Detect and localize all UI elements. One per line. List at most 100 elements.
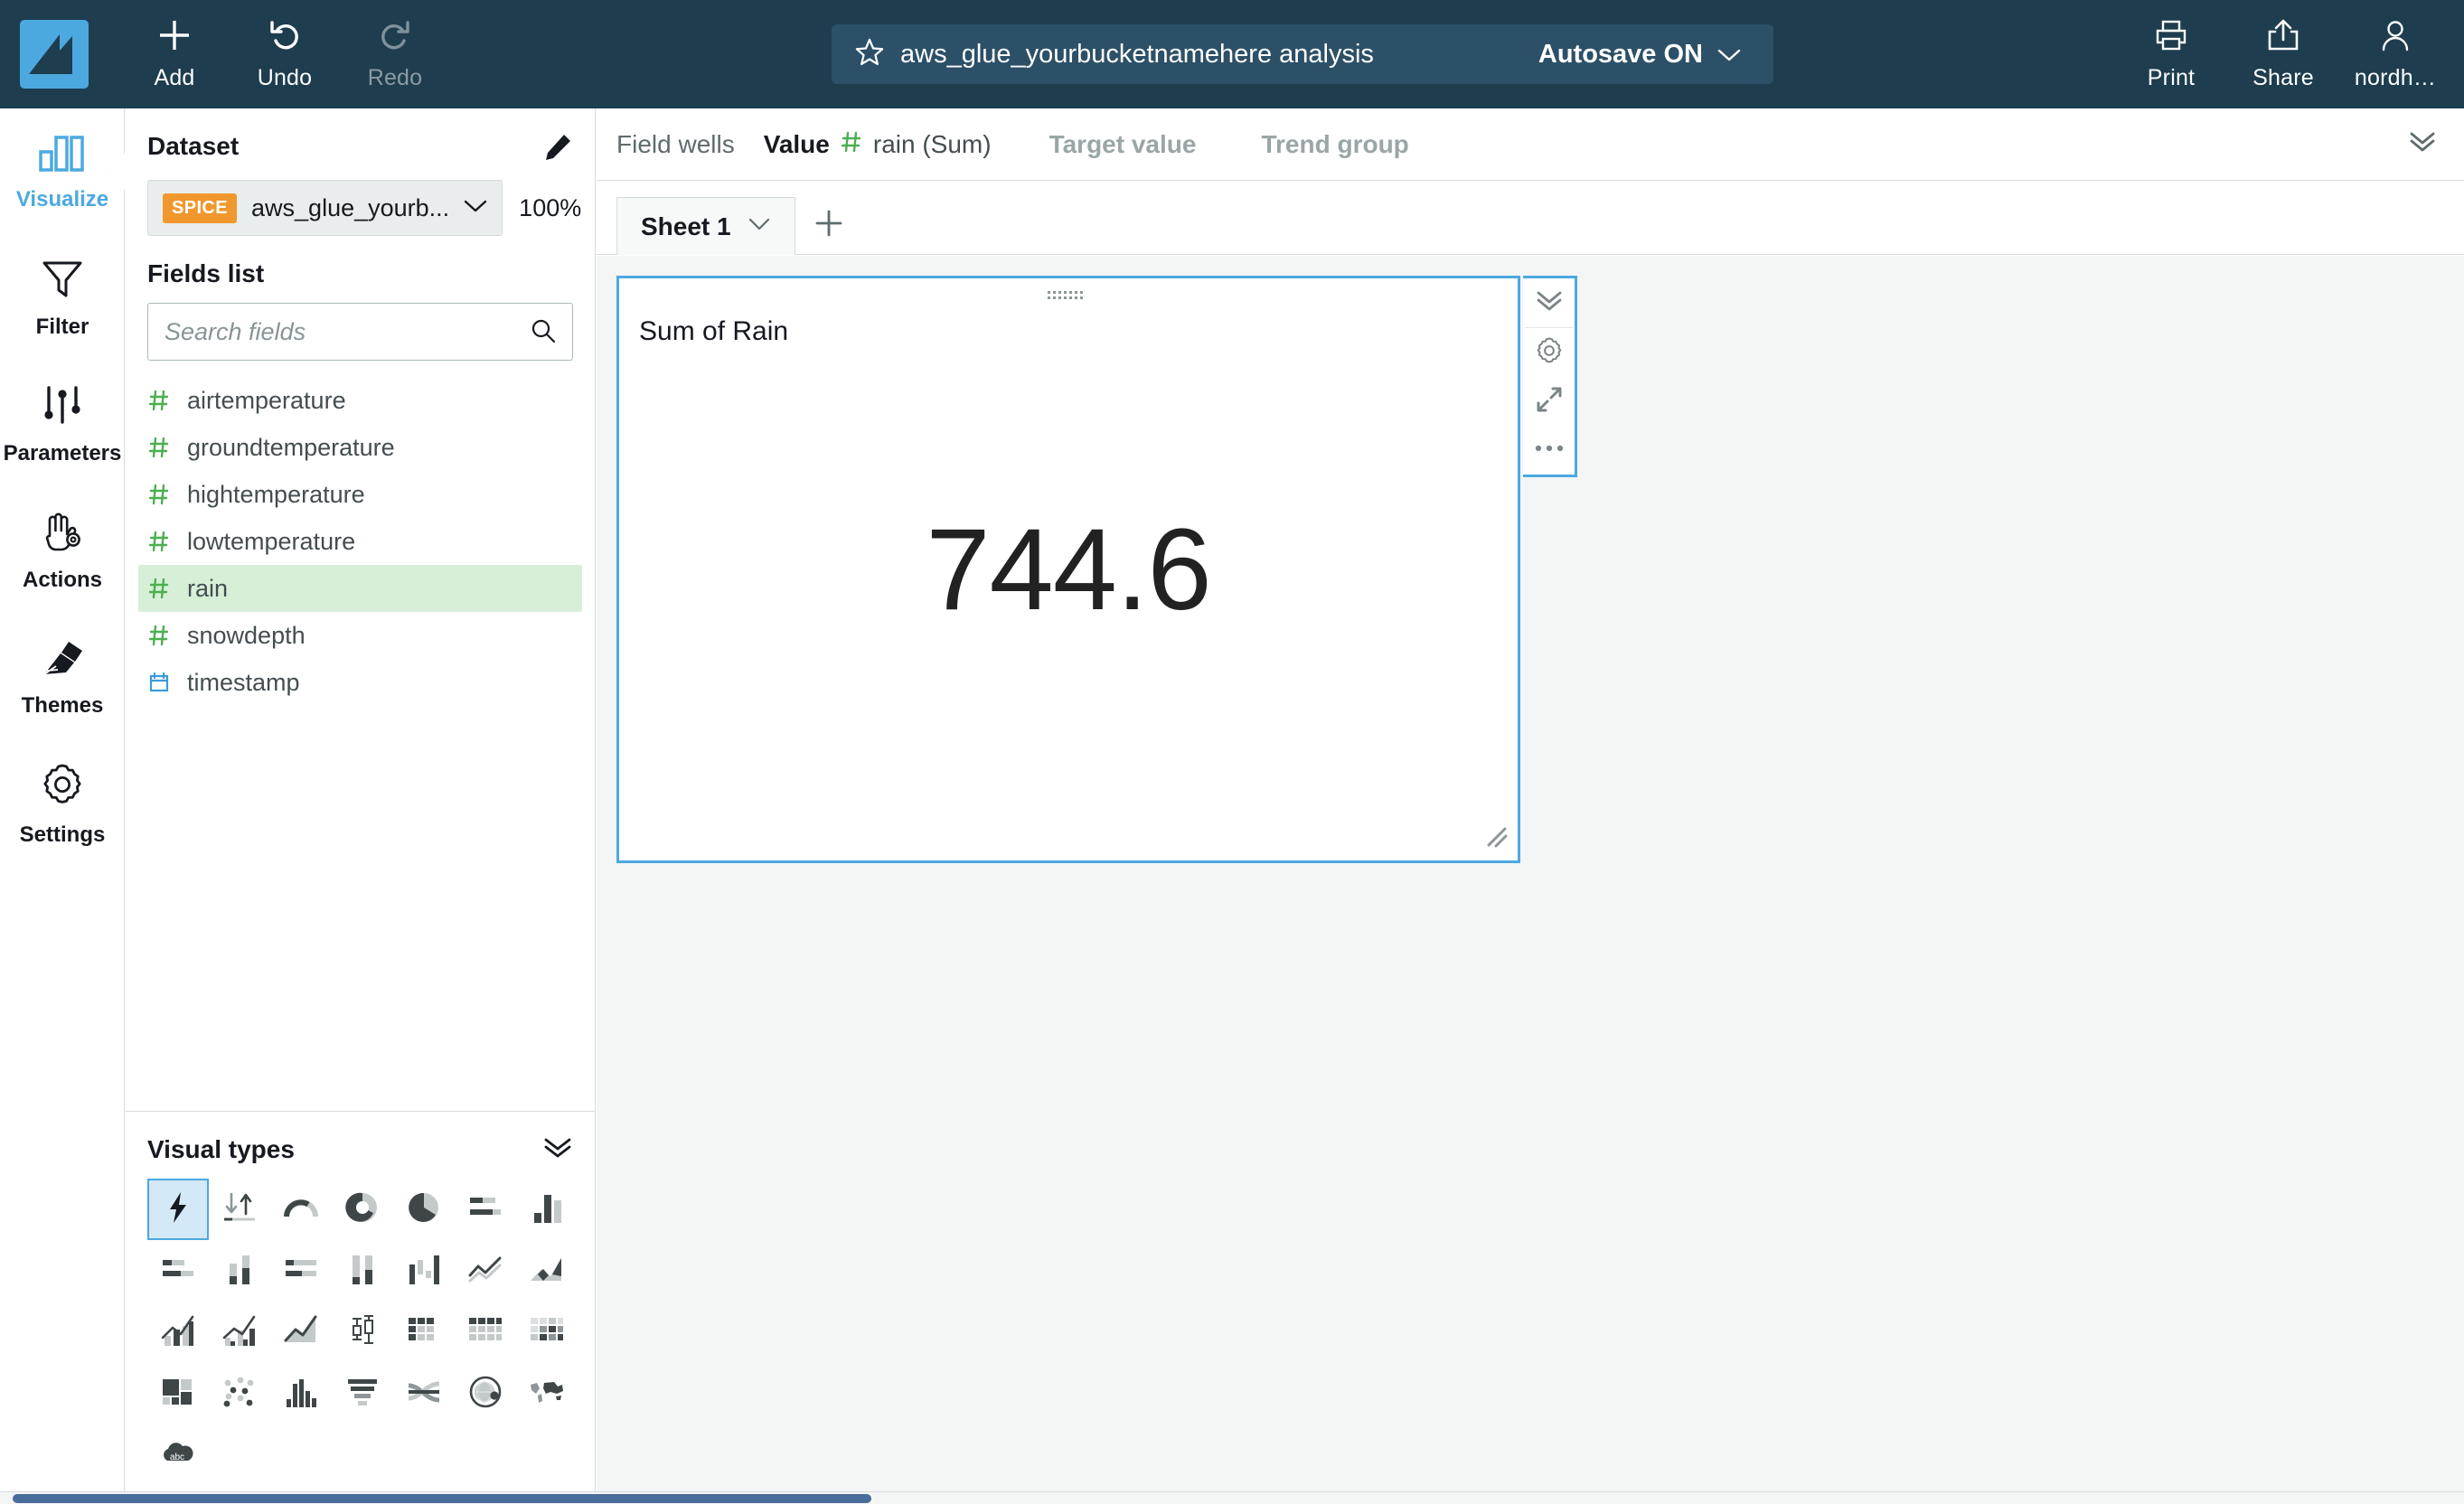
field-name: airtemperature (187, 386, 346, 414)
pencil-icon[interactable] (542, 132, 573, 167)
pivot-table-icon (466, 1312, 505, 1353)
rail-item-parameters[interactable]: Parameters (0, 362, 125, 488)
visual-maximize-button[interactable] (1525, 377, 1574, 426)
search-icon[interactable] (530, 317, 557, 349)
visual-types-header: Visual types (147, 1112, 573, 1179)
visual-type-scatter[interactable] (209, 1363, 270, 1424)
visual-type-table[interactable] (393, 1302, 455, 1363)
visual-menu-button[interactable] (1525, 426, 1574, 475)
visual-type-horizontal-bar[interactable] (455, 1179, 516, 1240)
undo-button[interactable]: Undo (230, 5, 340, 104)
visual-type-autograph[interactable] (147, 1179, 209, 1240)
field-row[interactable]: timestamp (138, 659, 582, 706)
field-row[interactable]: hightemperature (138, 471, 582, 518)
field-well-target-value[interactable]: Target value (1049, 130, 1197, 159)
visual-type-geo-map[interactable] (516, 1363, 578, 1424)
print-button-label: Print (2147, 65, 2196, 90)
visual-type-clustered-combo[interactable] (209, 1302, 270, 1363)
rail-item-settings[interactable]: Settings (0, 741, 125, 868)
bar-chart-icon (39, 132, 86, 176)
analysis-title[interactable]: aws_glue_yourbucketnamehere analysis (900, 40, 1374, 70)
visual-type-histogram[interactable] (270, 1363, 332, 1424)
gauge-icon (281, 1189, 321, 1230)
spice-capacity-percent: 100% (519, 193, 582, 221)
field-name: lowtemperature (187, 527, 356, 555)
print-button[interactable]: Print (2115, 5, 2227, 104)
dataset-row: SPICE aws_glue_yourb... 100% (147, 180, 581, 236)
rail-item-filter-label: Filter (35, 314, 89, 339)
visual-format-button[interactable] (1525, 328, 1574, 377)
visual-type-kpi[interactable] (209, 1179, 270, 1240)
tab-sheet-1-label: Sheet 1 (641, 212, 731, 240)
donut-icon (343, 1189, 381, 1231)
dataset-section-title: Dataset (147, 132, 240, 160)
visual-type-horizontal-stacked-bar[interactable] (147, 1240, 209, 1302)
visual-type-sankey[interactable] (393, 1363, 455, 1424)
quicksight-logo[interactable] (20, 20, 89, 89)
field-row[interactable]: groundtemperature (138, 424, 582, 471)
visual-type-vertical-bar[interactable] (516, 1179, 578, 1240)
chevron-down-icon (1717, 40, 1741, 70)
rail-item-filter[interactable]: Filter (0, 235, 125, 362)
area-line-icon (281, 1312, 321, 1353)
visual-type-area-line[interactable] (270, 1302, 332, 1363)
visual-type-waterfall[interactable] (393, 1240, 455, 1302)
visual-type-pie[interactable] (393, 1179, 455, 1240)
favorite-star-icon[interactable] (853, 36, 886, 73)
visual-type-pivot-table[interactable] (455, 1302, 516, 1363)
add-sheet-button[interactable] (795, 196, 862, 254)
field-well-trend-group[interactable]: Trend group (1261, 130, 1408, 159)
visual-type-heatmap[interactable] (516, 1302, 578, 1363)
visual-type-donut[interactable] (332, 1179, 393, 1240)
visual-type-globe[interactable] (455, 1363, 516, 1424)
double-chevron-down-icon[interactable] (542, 1136, 573, 1164)
globe-icon (466, 1373, 505, 1415)
v-bar-icon (527, 1189, 567, 1230)
number-field-icon (147, 578, 171, 599)
rail-item-visualize[interactable]: Visualize (0, 108, 125, 235)
visual-type-line[interactable] (455, 1240, 516, 1302)
field-row-rain[interactable]: rain (138, 565, 582, 612)
visual-type-funnel-chart[interactable] (332, 1363, 393, 1424)
visual-type-box-plot[interactable] (332, 1302, 393, 1363)
combo-bar-line-icon (158, 1312, 198, 1353)
visual-widget-sum-of-rain[interactable]: Sum of Rain 744.6 (616, 276, 1577, 863)
scrollbar-thumb[interactable] (13, 1494, 871, 1503)
rail-item-actions[interactable]: Actions (0, 488, 125, 615)
resize-handle-icon[interactable] (1481, 822, 1509, 853)
funnel-icon (41, 258, 84, 304)
search-input[interactable] (147, 303, 573, 361)
scatter-icon (220, 1374, 259, 1415)
visual-type-treemap[interactable] (147, 1363, 209, 1424)
user-menu-button[interactable]: nordh… (2339, 5, 2451, 104)
plus-icon (813, 208, 844, 243)
visual-type-combo-bar-line[interactable] (147, 1302, 209, 1363)
visual-type-vertical-stacked-bar[interactable] (209, 1240, 270, 1302)
chevron-down-icon[interactable] (748, 217, 771, 236)
dataset-selector[interactable]: SPICE aws_glue_yourb... (147, 180, 503, 236)
visual-type-stacked-area[interactable] (516, 1240, 578, 1302)
visual-type-word-cloud[interactable]: abc (147, 1424, 209, 1486)
date-field-icon (147, 672, 171, 693)
share-button[interactable]: Share (2227, 5, 2339, 104)
redo-icon (377, 17, 413, 58)
field-row[interactable]: snowdepth (138, 612, 582, 659)
redo-button[interactable]: Redo (340, 5, 450, 104)
add-button[interactable]: Add (119, 5, 230, 104)
rail-item-themes[interactable]: Themes (0, 615, 125, 741)
autosave-toggle[interactable]: Autosave ON (1538, 40, 1741, 70)
field-well-value[interactable]: Value rain (Sum) (764, 130, 992, 159)
sheet-tab-bar: Sheet 1 (597, 181, 2464, 255)
visual-type-horizontal-100-bar[interactable] (270, 1240, 332, 1302)
double-chevron-down-icon[interactable] (2406, 129, 2439, 159)
user-menu-label: nordh… (2354, 65, 2437, 90)
visual-type-gauge[interactable] (270, 1179, 332, 1240)
histogram-icon (281, 1374, 321, 1415)
field-row[interactable]: lowtemperature (138, 518, 582, 565)
field-row[interactable]: airtemperature (138, 377, 582, 424)
visual-type-vertical-100-bar[interactable] (332, 1240, 393, 1302)
tab-sheet-1[interactable]: Sheet 1 (616, 197, 795, 255)
visual-collapse-button[interactable] (1525, 278, 1574, 327)
left-nav-rail: Visualize Filter Parameters Actions Them… (0, 108, 125, 1504)
horizontal-scrollbar[interactable] (0, 1491, 2464, 1504)
